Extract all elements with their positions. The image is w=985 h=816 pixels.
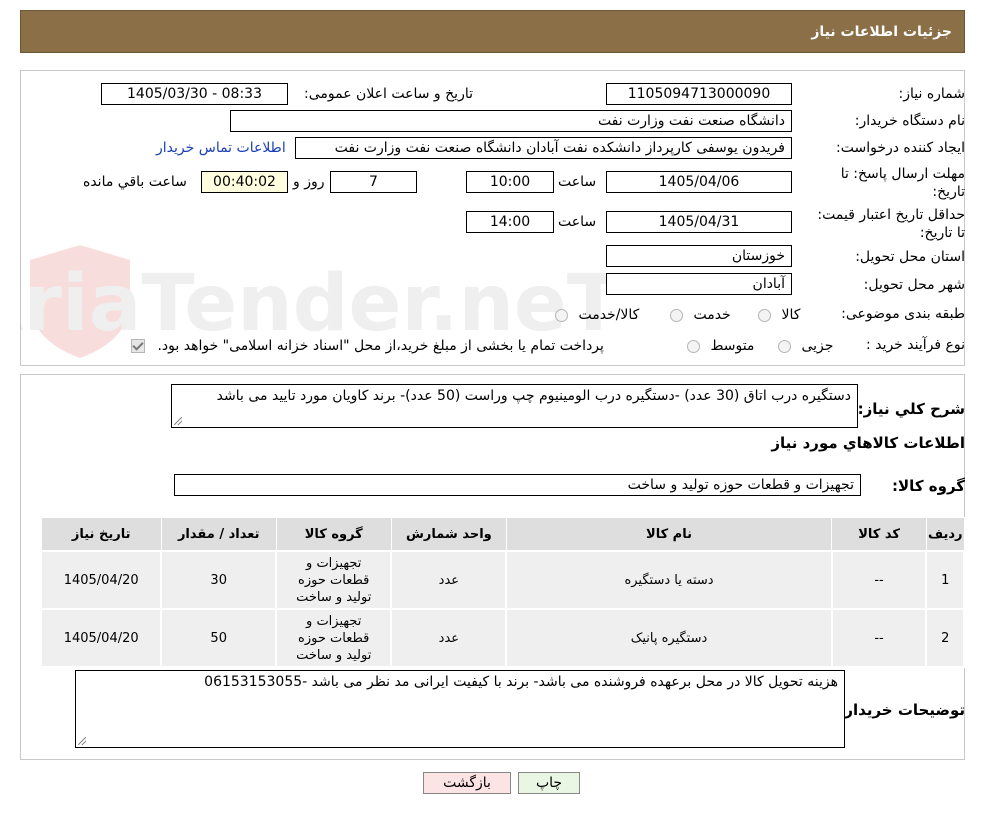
deadline-date-field[interactable]: 1405/04/06 [606,171,792,193]
back-button[interactable]: بازگشت [423,772,511,794]
process-medium-label: متوسط [710,338,755,354]
items-table: رديف کد کالا نام کالا واحد شمارش گروه کا… [39,517,965,668]
process-minor-label: جزیی [801,338,834,354]
days-label: روز و [293,174,325,190]
description-label: شرح کلي نياز: [857,400,965,418]
deadline-label: مهلت ارسال پاسخ: تا تاریخ: [840,166,965,200]
goods-group-field[interactable]: تجهیزات و قطعات حوزه تولید و ساخت [174,474,861,496]
cell-name: دسته یا دستگیره [505,550,833,610]
remaining-label: ساعت باقي مانده [83,174,187,190]
buyer-notes-label: توضیحات خریدار: [838,701,965,719]
col-header-group: گروه کالا [275,517,392,552]
requester-field[interactable]: فریدون یوسفی کارپرداز دانشکده نفت آبادان… [295,137,792,159]
resize-grip-icon[interactable] [78,737,86,745]
table-header-row: رديف کد کالا نام کالا واحد شمارش گروه کا… [40,517,965,552]
buyer-org-field[interactable]: دانشگاه صنعت نفت وزارت نفت [230,110,792,132]
resize-grip-icon[interactable] [174,417,182,425]
buyer-contact-link[interactable]: اطلاعات تماس خریدار [156,140,286,156]
process-medium-radio[interactable] [687,339,700,353]
cell-date: 1405/04/20 [39,608,163,668]
need-number-field[interactable]: 1105094713000090 [606,83,792,105]
buyer-notes-text: هزینه تحویل کالا در محل برعهده فروشنده م… [204,674,838,690]
cell-qty: 30 [160,550,278,610]
category-goods-radio[interactable] [758,308,771,322]
category-service-label: خدمت [693,307,731,323]
col-header-row-number: رديف [925,517,965,552]
city-field[interactable]: آبادان [606,273,792,295]
requester-label: ایجاد کننده درخواست: [836,140,965,156]
category-service-radio[interactable] [670,308,683,322]
announce-label: تاریخ و ساعت اعلان عمومی: [304,86,473,102]
cell-group: تجهیزات و قطعات حوزه تولید و ساخت [275,608,393,668]
category-goods-service-label: کالا/خدمت [578,307,640,323]
process-minor-radio[interactable] [778,339,791,353]
description-textarea[interactable]: دستگیره درب اتاق (30 عدد) -دستگیره درب ا… [171,384,858,428]
process-option-minor[interactable]: جزیی [778,338,833,354]
description-text: دستگیره درب اتاق (30 عدد) -دستگیره درب ا… [216,388,851,404]
cell-qty: 50 [160,608,278,668]
cell-group: تجهیزات و قطعات حوزه تولید و ساخت [275,550,393,610]
table-row[interactable]: 2 -- دستگیره پانیک عدد تجهیزات و قطعات ح… [39,608,965,668]
col-header-unit: واحد شمارش [390,517,507,552]
cell-code: -- [830,550,928,610]
buyer-org-label: نام دستگاه خریدار: [854,113,965,129]
page-title: جزئیات اطلاعات نیاز [811,23,952,40]
print-button[interactable]: چاپ [518,772,580,794]
days-field[interactable]: 7 [330,171,417,193]
goods-group-label: گروه کالا: [892,477,965,495]
province-label: استان محل تحویل: [855,249,965,265]
cell-unit: عدد [390,550,508,610]
validity-time-field[interactable]: 14:00 [466,211,554,233]
cell-unit: عدد [390,608,508,668]
remaining-time-field: 00:40:02 [201,171,288,193]
page-header: جزئیات اطلاعات نیاز [20,10,965,53]
process-label: نوع فرآیند خرید : [866,337,965,353]
need-number-label: شماره نیاز: [898,86,966,102]
province-field[interactable]: خوزستان [606,245,792,267]
cell-code: -- [830,608,928,668]
table-row[interactable]: 1 -- دسته یا دستگیره عدد تجهیزات و قطعات… [39,550,965,610]
col-header-name: نام کالا [505,517,833,552]
deadline-time-field[interactable]: 10:00 [466,171,554,193]
category-option-goods[interactable]: کالا [758,307,800,323]
category-option-goods-service[interactable]: کالا/خدمت [555,307,639,323]
payment-treasury-option[interactable]: پرداخت تمام یا بخشی از مبلغ خرید،از محل … [131,338,604,354]
cell-row-number: 2 [925,608,965,668]
col-header-qty: تعداد / مقدار [160,517,277,552]
cell-row-number: 1 [925,550,965,610]
goods-section-title: اطلاعات کالاهاي مورد نياز [771,434,965,452]
category-goods-service-radio[interactable] [555,308,568,322]
col-header-date: تاريخ نياز [40,517,162,552]
cell-date: 1405/04/20 [39,550,163,610]
payment-note: پرداخت تمام یا بخشی از مبلغ خرید،از محل … [157,338,604,354]
payment-treasury-checkbox[interactable] [131,339,145,353]
category-goods-label: کالا [781,307,801,323]
validity-date-field[interactable]: 1405/04/31 [606,211,792,233]
buyer-notes-textarea[interactable]: هزینه تحویل کالا در محل برعهده فروشنده م… [75,670,845,748]
category-option-service[interactable]: خدمت [670,307,731,323]
category-label: طبقه بندی موضوعی: [841,306,965,322]
deadline-time-label: ساعت [558,174,597,190]
validity-label: حداقل تاریخ اعتبار قیمت: تا تاریخ: [817,207,965,241]
city-label: شهر محل تحویل: [863,277,965,293]
col-header-code: کد کالا [831,517,927,552]
validity-time-label: ساعت [558,214,597,230]
process-option-medium[interactable]: متوسط [687,338,754,354]
cell-name: دستگیره پانیک [505,608,833,668]
announce-datetime-field[interactable]: 1405/03/30 - 08:33 [101,83,288,105]
